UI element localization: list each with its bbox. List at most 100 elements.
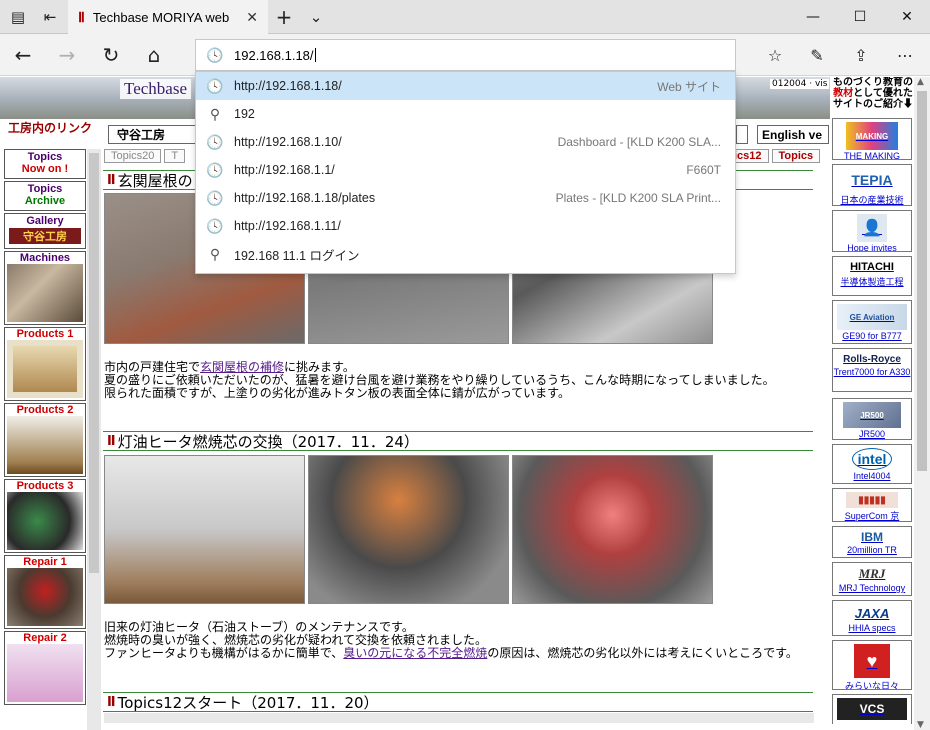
kobo-links-heading: 工房内のリンク [8,121,93,135]
link-jr500[interactable]: JR500 JR500 [832,398,912,440]
section-heading: Ⅱ 灯油ヒータ燃焼芯の交換（2017．11．24） [103,431,813,451]
suggestion-item[interactable]: 🕓 http://192.168.1.1/ F660T [196,156,735,184]
nav-sublabel: Archive [24,195,66,207]
products1-thumbnail [7,340,83,398]
nav-products2[interactable]: Products 2 [4,403,86,477]
link-supercom[interactable]: ▮▮▮▮▮ SuperCom 京 [832,488,912,522]
english-version-button[interactable]: English ve [757,125,829,144]
new-tab-icon[interactable]: + [268,0,300,34]
nav-topics-archive[interactable]: Topics Archive [4,181,86,211]
nav-label: Products 3 [16,480,74,492]
tab-topics20[interactable]: Topics20 [104,149,162,163]
tab-techbase[interactable]: Ⅱ Techbase MORIYA web ✕ [68,0,268,34]
link-ibm[interactable]: IBM 20million TR [832,526,912,558]
link-vcs[interactable]: VCS [832,694,912,724]
site-title: Techbase [120,79,191,99]
recommend-line: ものづくり教育の [833,77,913,88]
link-mirai[interactable]: ♥ みらいな日々 [832,640,912,690]
nav-sublabel: 守谷工房 [9,228,81,244]
moriya-kobo-button[interactable]: 守谷工房 [108,125,200,144]
nav-products3[interactable]: Products 3 [4,479,86,553]
nav-repair1[interactable]: Repair 1 [4,555,86,629]
forward-icon[interactable]: → [50,39,84,71]
suggestion-url: http://192.168.1.11/ [234,219,341,233]
left-frame-scrollbar[interactable] [87,149,101,730]
scroll-up-icon[interactable]: ▲ [917,77,924,87]
suggestion-item[interactable]: 🕓 http://192.168.1.18/plates Plates - [K… [196,184,735,212]
back-icon[interactable]: ← [6,39,40,71]
link-hope-invites[interactable]: 👤 Hope invites [832,210,912,252]
incomplete-combustion-link[interactable]: 臭いの元になる不完全燃焼 [343,646,487,660]
nav-sublabel: Now on ! [21,163,69,175]
heater-photo-1 [104,455,305,604]
close-tab-icon[interactable]: ✕ [246,9,258,26]
recommend-header: ものづくり教育の 教材として優れた サイトのご紹介⬇ [832,77,914,110]
nav-products1[interactable]: Products 1 [4,327,86,401]
link-jaxa[interactable]: JAXA HHIA specs [832,600,912,636]
recommend-line: サイトのご紹介⬇ [833,99,913,110]
horizontal-scrollbar[interactable] [104,713,814,723]
minimize-icon[interactable]: — [790,0,836,34]
repair1-thumbnail [7,568,83,626]
suggestion-url: 192 [234,107,255,121]
tab-list-icon[interactable]: ▤ [2,0,34,34]
share-icon[interactable]: ⇪ [844,39,878,71]
making-logo: MAKING [846,122,898,150]
text-span: ファンヒータよりも機構がはるかに簡単で、 [104,646,344,660]
close-window-icon[interactable]: ✕ [884,0,930,34]
text-span: に挑みます。 [284,360,355,374]
more-icon[interactable]: ⋯ [888,39,922,71]
suggestion-item[interactable]: ⚲ 192.168 11.1 ログイン [196,240,735,268]
link-rolls-royce[interactable]: Rolls-Royce Trent7000 for A330 [832,348,912,392]
header-button-fragment[interactable] [736,125,748,144]
tab-topics-t[interactable]: T [164,149,186,163]
link-tepia[interactable]: TEPIA 日本の産業技術 [832,164,912,206]
scroll-down-icon[interactable]: ▼ [917,720,924,730]
suggestion-item[interactable]: 🕓 http://192.168.1.18/ Web サイト [196,72,735,100]
nav-label: Products 2 [16,404,74,416]
chevron-down-icon[interactable]: ⌄ [300,0,332,34]
topics-tabs: Topics20 T [104,149,186,163]
suggestion-url: 192.168 11.1 ログイン [234,248,360,263]
link-caption: 半導体製造工程 [840,277,904,287]
home-icon[interactable]: ⌂ [137,39,171,71]
heater-photo-2 [308,455,509,604]
suggestion-url: http://192.168.1.18/ [234,79,342,93]
scroll-thumb[interactable] [89,153,99,573]
section-marker-icon: Ⅱ [107,172,116,188]
link-ge-aviation[interactable]: GE Aviation GE90 for B777 [832,300,912,344]
topics-tabs-right: ics12 Topics [728,149,821,163]
roof-repair-link[interactable]: 玄関屋根の補修 [200,360,284,374]
history-icon: 🕓 [206,161,224,178]
scroll-thumb[interactable] [917,91,927,471]
link-intel[interactable]: intel Intel4004 [832,444,912,484]
suggestion-url: http://192.168.1.1/ [234,163,335,177]
link-caption: Intel4004 [853,471,891,481]
nav-machines[interactable]: Machines [4,251,86,325]
address-bar[interactable]: 🕓 192.168.1.18/ [195,39,736,71]
nav-label: Machines [19,252,71,264]
suggestion-url: http://192.168.1.10/ [234,135,342,149]
set-aside-tabs-icon[interactable]: ⇤ [34,0,66,34]
nav-label: Products 1 [16,328,74,340]
favorites-icon[interactable]: ☆ [758,39,792,71]
link-caption: MRJ Technology [838,583,906,593]
link-mrj[interactable]: MRJ MRJ Technology [832,562,912,596]
heart-icon: ♥ [854,644,890,678]
text-line: 限られた面積ですが、上塗りの劣化が進みトタン板の表面全体に錆が広がっています。 [104,386,570,400]
address-input[interactable]: 192.168.1.18/ [234,48,314,63]
nav-repair2[interactable]: Repair 2 [4,631,86,705]
link-hitachi[interactable]: HITACHI 半導体製造工程 [832,256,912,296]
refresh-icon[interactable]: ↻ [94,39,128,71]
tab-topics[interactable]: Topics [771,149,821,163]
suggestion-item[interactable]: 🕓 http://192.168.1.11/ [196,212,735,240]
maximize-icon[interactable]: ☐ [837,0,883,34]
pen-icon[interactable]: ✎ [800,39,834,71]
suggestion-item[interactable]: ⚲ 192 [196,100,735,128]
history-icon: 🕓 [206,46,224,63]
page-scrollbar[interactable]: ▲ ▼ [914,77,930,730]
nav-topics-now[interactable]: Topics Now on ! [4,149,86,179]
link-the-making[interactable]: MAKING THE MAKING [832,118,912,160]
suggestion-item[interactable]: 🕓 http://192.168.1.10/ Dashboard - [KLD … [196,128,735,156]
nav-gallery[interactable]: Gallery 守谷工房 [4,213,86,249]
